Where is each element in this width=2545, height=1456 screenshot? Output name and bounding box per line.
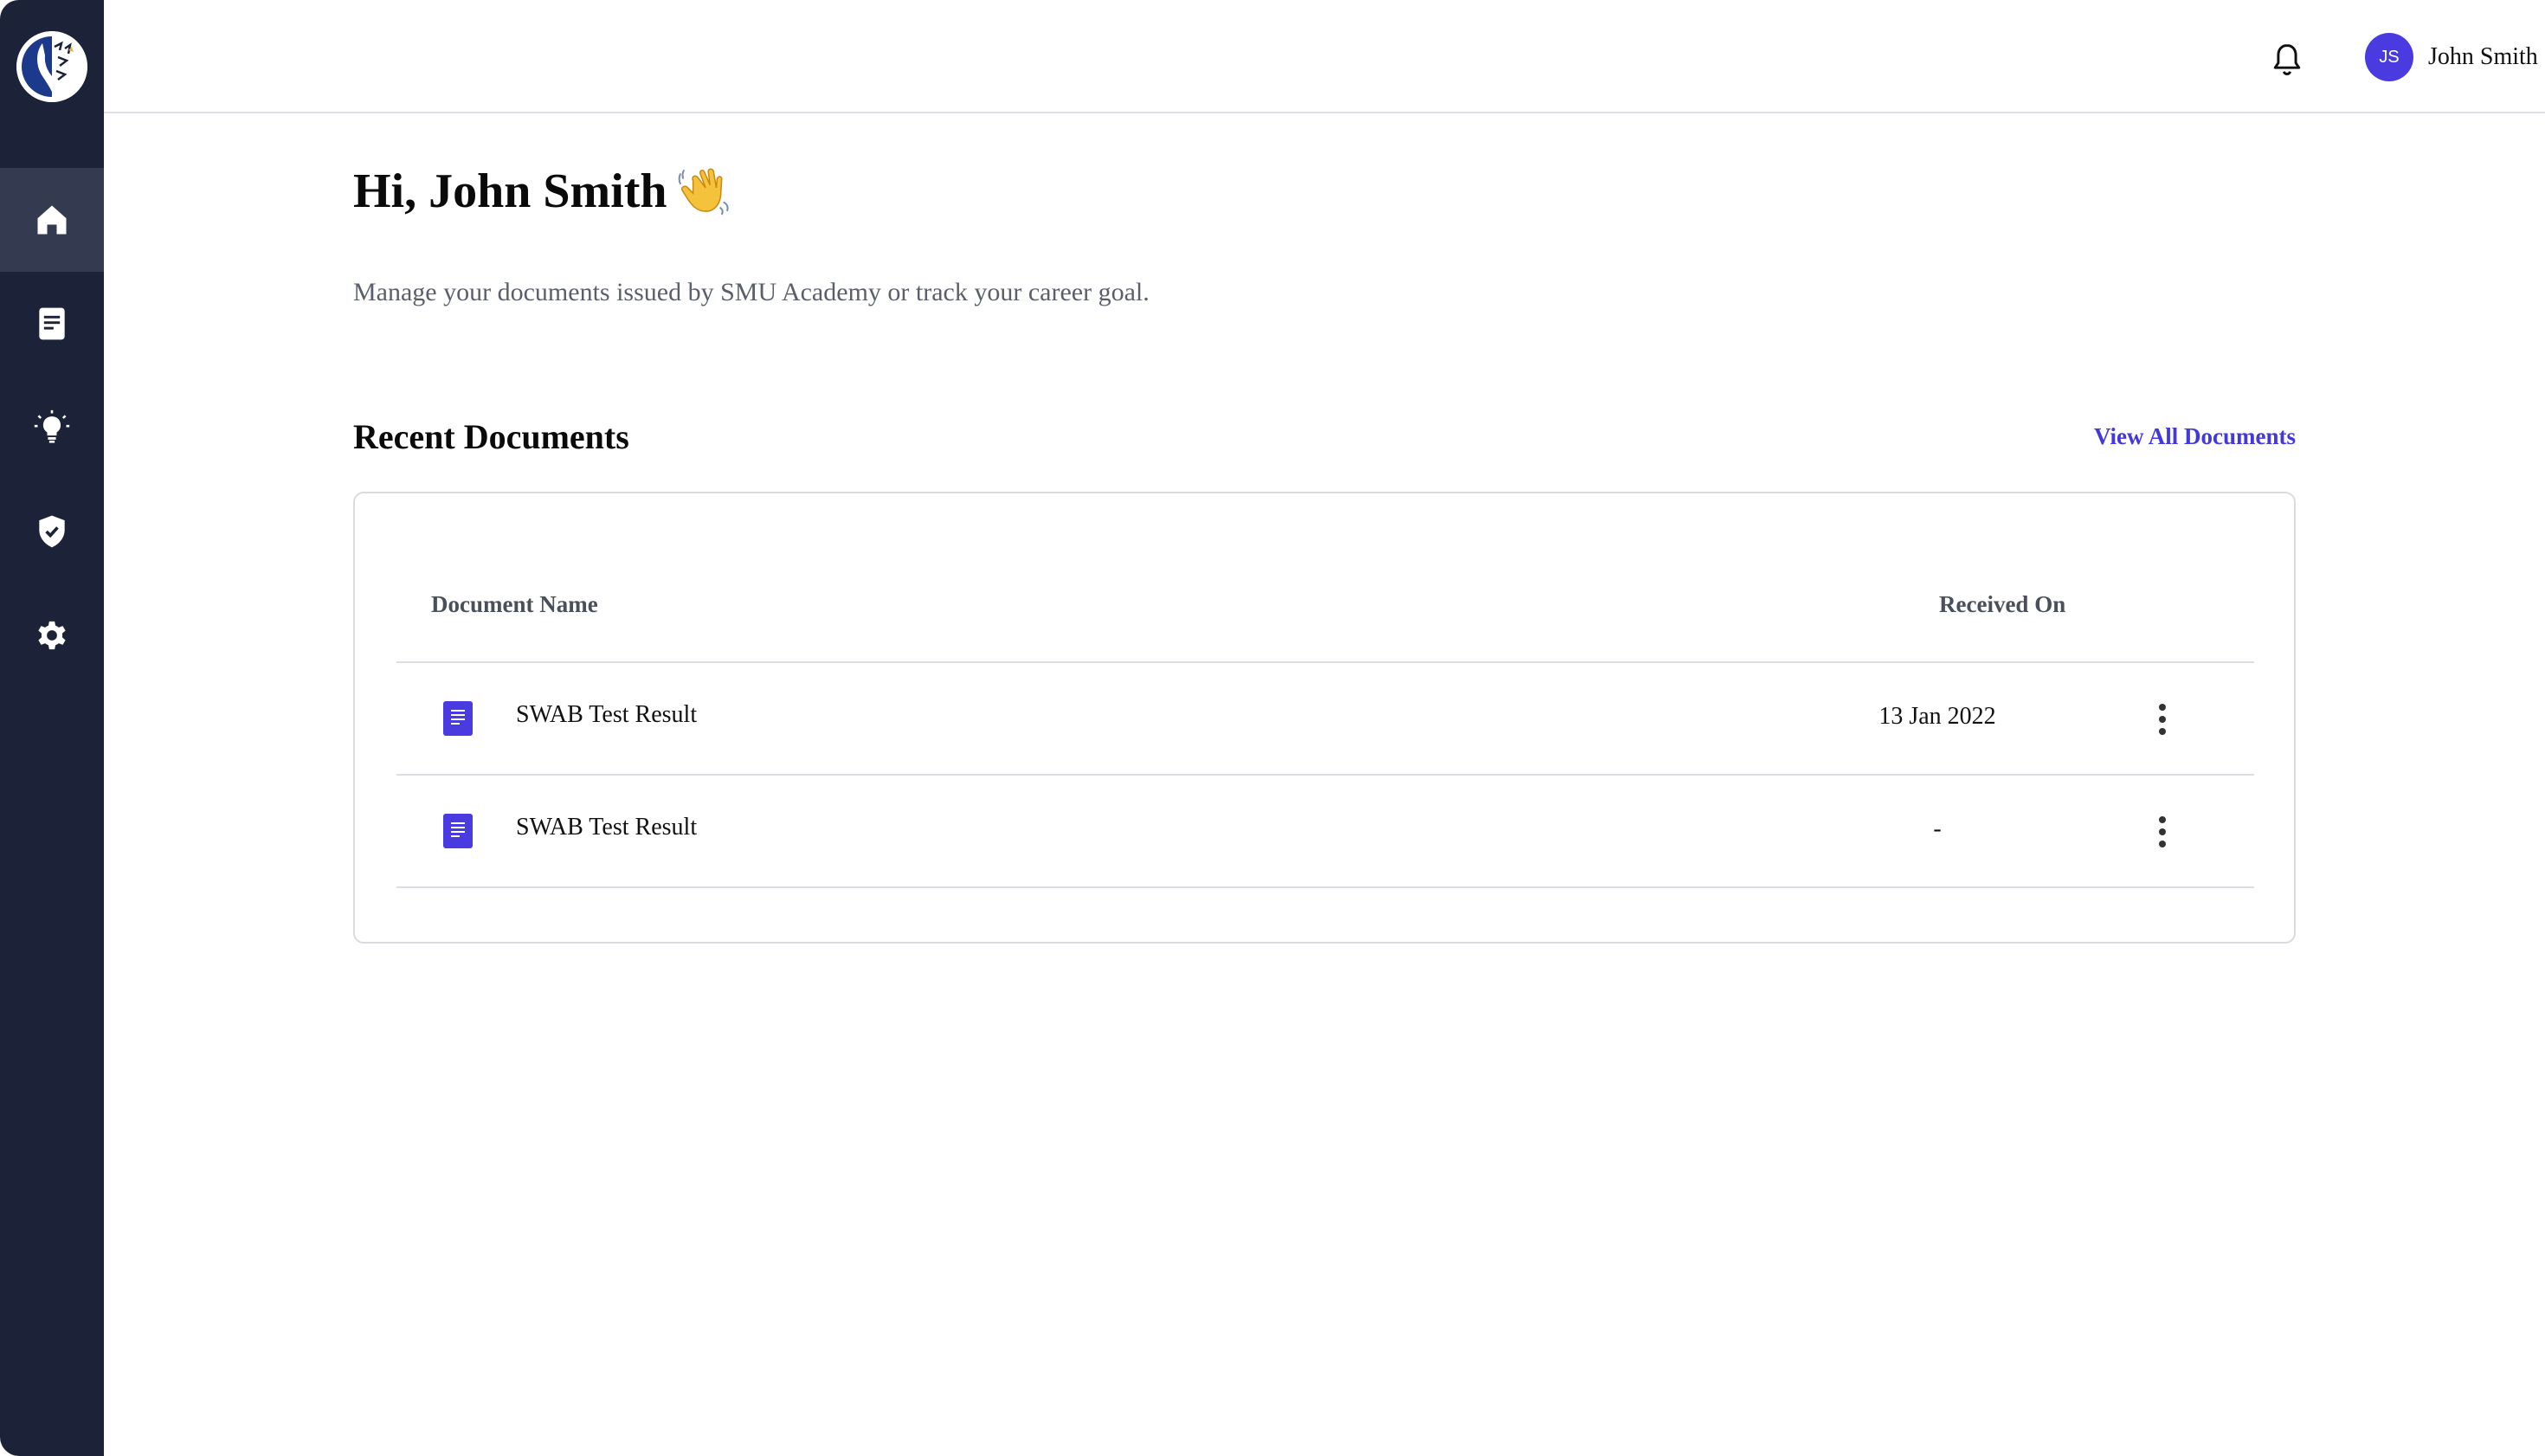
received-on-date: - <box>1933 815 1942 842</box>
page-title: Hi, John Smith <box>353 164 667 218</box>
app-window: JS John Smith Hi, John Smith Manage your… <box>0 0 2545 1456</box>
gear-icon <box>38 621 66 650</box>
home-icon <box>37 205 67 235</box>
column-header-document-name: Document Name <box>431 591 598 617</box>
document-file-icon <box>443 814 473 848</box>
lightbulb-icon <box>34 409 70 443</box>
user-name[interactable]: John Smith <box>2428 42 2538 73</box>
table-row[interactable]: SWAB Test Result 13 Jan 2022 <box>396 663 2254 774</box>
view-all-documents-link[interactable]: View All Documents <box>2094 421 2296 452</box>
more-options-icon[interactable] <box>2136 698 2188 741</box>
table-row[interactable]: SWAB Test Result - <box>396 776 2254 886</box>
document-name[interactable]: SWAB Test Result <box>516 699 697 731</box>
column-header-received-on: Received On <box>1939 591 2066 617</box>
sidebar <box>0 0 104 1456</box>
document-icon <box>39 307 65 340</box>
page-subtitle: Manage your documents issued by SMU Acad… <box>353 278 1150 306</box>
lion-logo-graphic <box>16 31 87 102</box>
document-file-icon <box>443 701 473 736</box>
sidebar-item-career-goals[interactable] <box>0 376 104 480</box>
bell-icon[interactable] <box>2268 41 2306 79</box>
sidebar-item-verification[interactable] <box>0 480 104 583</box>
shield-check-icon <box>39 515 65 548</box>
sidebar-item-settings[interactable] <box>0 583 104 687</box>
more-options-icon[interactable] <box>2136 810 2188 854</box>
received-on-date: 13 Jan 2022 <box>1878 703 1996 730</box>
row-divider <box>396 886 2254 888</box>
recent-documents-table: Document Name Received On SWAB Test Resu… <box>353 492 2296 944</box>
academy-lion-logo[interactable] <box>16 31 87 102</box>
top-bar: JS John Smith <box>104 0 2545 113</box>
sidebar-item-home[interactable] <box>0 168 104 272</box>
document-name[interactable]: SWAB Test Result <box>516 812 697 843</box>
avatar[interactable]: JS <box>2365 33 2413 81</box>
recent-documents-title: Recent Documents <box>353 417 629 456</box>
sidebar-item-documents[interactable] <box>0 272 104 376</box>
waving-hand-icon <box>675 161 732 218</box>
